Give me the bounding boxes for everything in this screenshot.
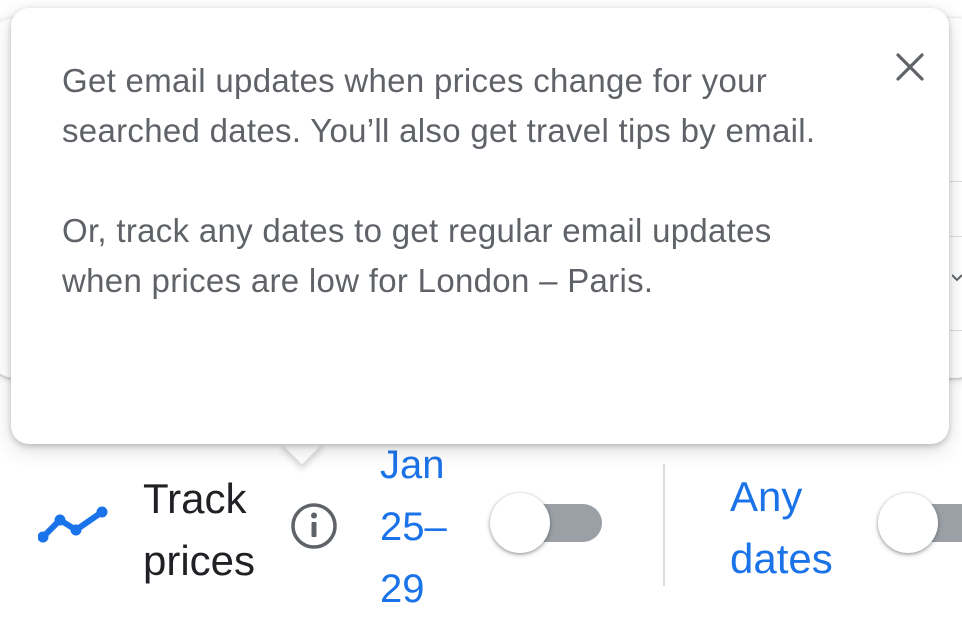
toggle-thumb — [490, 493, 550, 553]
tooltip-paragraph-any-dates: Or, track any dates to get regular email… — [62, 212, 772, 299]
background-divider — [950, 181, 962, 182]
searched-dates-link[interactable]: Jan 25–29 — [380, 434, 470, 620]
any-dates-link[interactable]: Any dates — [730, 466, 860, 590]
track-searched-dates-toggle[interactable] — [490, 490, 602, 553]
background-divider — [950, 236, 962, 237]
track-prices-label: Track prices — [143, 475, 256, 584]
vertical-divider — [663, 464, 665, 586]
tooltip-arrow-cover — [270, 420, 340, 444]
background-divider — [950, 330, 962, 331]
track-any-dates-toggle[interactable] — [878, 490, 962, 553]
close-tooltip-button[interactable] — [888, 45, 932, 89]
tooltip-paragraph-searched-dates: Get email updates when prices change for… — [62, 62, 816, 149]
chevron-down-icon[interactable] — [951, 268, 962, 288]
tooltip-body: Get email updates when prices change for… — [62, 56, 822, 306]
track-prices-row: Track prices Jan 25–29 Any dates — [0, 443, 962, 613]
trending-up-icon — [38, 506, 108, 543]
info-icon[interactable] — [289, 501, 339, 551]
close-icon — [896, 53, 924, 81]
toggle-thumb — [878, 493, 938, 553]
track-prices-tooltip: Get email updates when prices change for… — [11, 8, 949, 444]
